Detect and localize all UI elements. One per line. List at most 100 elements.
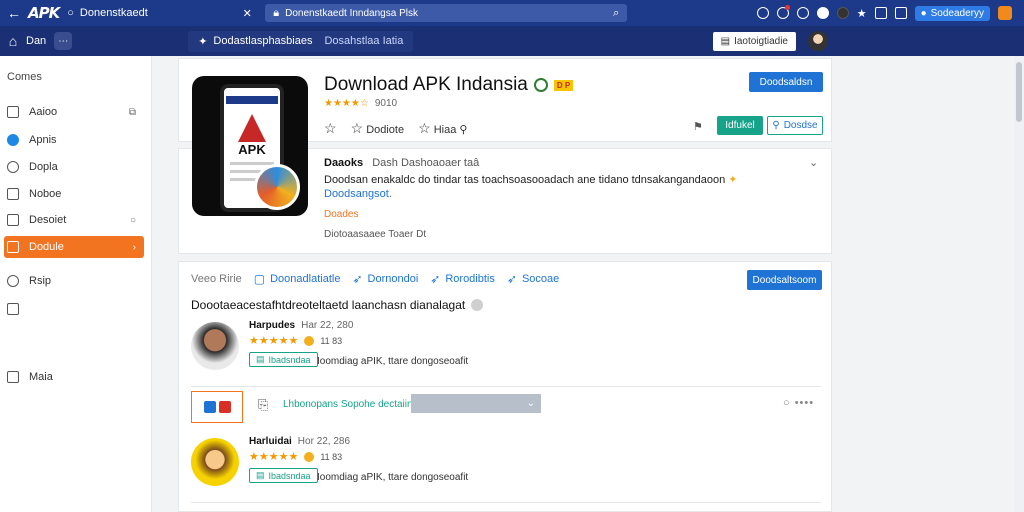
action-hiaa[interactable]: ☆ Hiaa ⚲ <box>418 120 467 137</box>
description-link[interactable]: Doodsangsot. <box>324 188 392 200</box>
nav-center-group[interactable]: ✦ Dodastlasphasbiaes Dosahstlaa Iatia <box>188 30 414 52</box>
search-icon[interactable]: ⌕ <box>613 7 619 20</box>
sidebar-item-maia[interactable]: Maia <box>4 366 144 388</box>
tab-label: Rorodibtis <box>445 273 495 285</box>
chevron-down-icon[interactable]: ⌄ <box>809 156 818 169</box>
sidebar-item-aaioo[interactable]: Aaioo ⧉ <box>4 101 144 123</box>
media-select[interactable]: ⌄ <box>411 394 541 413</box>
review-rating: ★★★★★ 11 83 <box>249 450 342 463</box>
bookmark-icon[interactable]: ⎘ <box>258 397 268 413</box>
description-footer: Diotoaasaaee Toaer Dt <box>324 229 427 240</box>
menu-grid-icon[interactable] <box>874 7 887 19</box>
avatar[interactable] <box>808 31 828 51</box>
review-stars: ★★★★★ <box>249 451 299 463</box>
page-title: Download APK Indansia D P <box>324 74 574 96</box>
tab-label: Dornondoi <box>367 273 419 285</box>
tab-reviews-1[interactable]: ▢ Doonadlatiatle <box>254 272 341 286</box>
chevron-down-icon: ⌄ <box>526 398 535 409</box>
sidebar-item-desoiet[interactable]: Desoiet ○ <box>4 209 144 231</box>
address-bar[interactable]: 🔒︎ Donenstkaedt Inndangsa Plsk ⌕ <box>265 4 628 22</box>
review-badge[interactable]: ▤ Ibadsndaa <box>249 352 318 367</box>
compass-icon[interactable] <box>756 7 769 19</box>
app-icon: APK <box>192 76 308 216</box>
divider <box>191 502 821 503</box>
close-tab-icon[interactable]: ✕ <box>237 7 257 20</box>
sidebar-item-rsip[interactable]: Rsip <box>4 270 144 292</box>
circle-icon: ○ <box>129 214 136 226</box>
rating-count: 9010 <box>374 98 398 109</box>
tab-reviews-4[interactable]: ➶ Socoae <box>507 272 559 286</box>
tab-reviews-2[interactable]: ➶ Dornondoi <box>352 272 418 286</box>
download-button[interactable]: Doodsaldsn <box>749 72 823 92</box>
back-arrow-icon[interactable]: ← <box>0 5 28 21</box>
tab-title: Donenstkaedt <box>79 7 148 19</box>
image-icon <box>7 371 19 383</box>
reviewer-name-text: Harpudes <box>249 320 296 331</box>
notification-icon[interactable] <box>776 7 789 19</box>
dropdown-pill[interactable]: ⋯ <box>54 32 73 50</box>
nav-center-secondary: Dosahstlaa Iatia <box>324 35 404 47</box>
reviewer-name: Harpudes Har 22, 280 <box>249 320 353 331</box>
home-icon[interactable]: ⌂ <box>0 33 26 49</box>
sidebar-item-share[interactable] <box>4 298 144 320</box>
review-count: 11 83 <box>320 335 343 346</box>
site-logo[interactable]: APK <box>28 4 60 22</box>
review-stars: ★★★★★ <box>249 335 299 347</box>
description-orange-link[interactable]: Doades <box>324 209 358 220</box>
chevron-right-icon: › <box>132 241 136 253</box>
reviews-headline: Doootaeacestafhtdreoteltaetd laanchasn d… <box>191 298 484 312</box>
extension-orange-icon[interactable] <box>998 6 1012 20</box>
share-icon <box>7 303 19 315</box>
action-dodiote[interactable]: ☆ Dodiote <box>351 120 405 137</box>
signin-button[interactable]: ● Sodeaderyy <box>914 5 990 21</box>
media-thumbnail[interactable] <box>191 391 243 423</box>
reviewer-avatar[interactable] <box>191 322 239 370</box>
profile-dot-icon[interactable] <box>816 7 829 19</box>
media-row: ⎘ Lhbonopans Sopohe dectaiina ⌄ ○ •••• <box>191 391 821 425</box>
bookmark-star-icon[interactable]: ★ <box>857 7 867 20</box>
browser-top-bar: ← APK ○ Donenstkaedt ✕ 🔒︎ Donenstkaedt I… <box>0 0 1024 26</box>
coin-icon <box>304 451 315 462</box>
media-row-text[interactable]: Lhbonopans Sopohe dectaiina <box>283 399 418 410</box>
nav-right-group: ▤ Iaotoigtiadie <box>712 31 1024 51</box>
extensions-icon[interactable] <box>894 7 907 19</box>
write-review-button[interactable]: Doodsaltsoom <box>747 270 822 290</box>
review-rating: ★★★★★ 11 83 <box>249 334 342 347</box>
scrollbar-thumb[interactable] <box>1016 62 1022 122</box>
install-button[interactable]: Idfukel <box>717 116 763 135</box>
rating-line: ★★★★☆ 9010 <box>324 98 397 109</box>
sidebar-item-apnis[interactable]: Apnis <box>4 129 144 151</box>
review-badge[interactable]: ▤ Ibadsndaa <box>249 468 318 483</box>
star-outline-icon: ☆ <box>418 120 431 136</box>
folder-icon <box>7 241 19 253</box>
share-small-icon: ⚲ <box>772 120 780 131</box>
reviewer-avatar[interactable] <box>191 438 239 486</box>
doc-icon: ▤ <box>256 470 265 480</box>
report-icon[interactable]: ⚑ <box>693 120 703 133</box>
favorite-star-icon[interactable]: ☆ <box>324 120 337 137</box>
dark-mode-icon[interactable] <box>836 7 849 19</box>
review-item: Harluidai Hor 22, 286 ★★★★★ 11 83 ▤ Ibadsnd… <box>191 436 821 500</box>
sidebar-item-dodule[interactable]: Dodule › <box>4 236 144 258</box>
reviewer-name: Harluidai Hor 22, 286 <box>249 436 350 447</box>
sidebar-item-label: Rsip <box>29 275 52 287</box>
doc-icon: ▤ <box>720 35 731 47</box>
sidebar-item-noboe[interactable]: Noboe <box>4 183 144 205</box>
app-actions: ☆ ☆ Dodiote ☆ Hiaa ⚲ <box>324 120 467 137</box>
share-button[interactable]: ⚲ Dosdse <box>767 116 823 135</box>
description-heading: Daaoks <box>324 157 364 169</box>
review-tabs: Veeo Ririe ▢ Doonadlatiatle ➶ Dornondoi ➶ R… <box>191 272 559 286</box>
signin-label: Sodeaderyy <box>930 7 984 19</box>
scrollbar[interactable] <box>1014 56 1024 512</box>
sidebar-header: Comes <box>7 71 42 83</box>
home-label[interactable]: Dan <box>26 35 46 47</box>
rating-stars: ★★★★☆ <box>324 98 369 109</box>
tab-reviews-3[interactable]: ➶ Rorodibtis <box>430 272 495 286</box>
sidebar-item-dopla[interactable]: Dopla <box>4 156 144 178</box>
review-date: Hor 22, 286 <box>297 436 351 447</box>
more-options-icon[interactable]: ○ •••• <box>783 397 814 409</box>
nav-center-primary: Dodastlasphasbiaes <box>213 35 313 47</box>
nav-action-button[interactable]: ▤ Iaotoigtiadie <box>712 31 796 51</box>
help-icon[interactable] <box>796 7 809 19</box>
browser-tab[interactable]: ○ Donenstkaedt <box>67 7 227 19</box>
